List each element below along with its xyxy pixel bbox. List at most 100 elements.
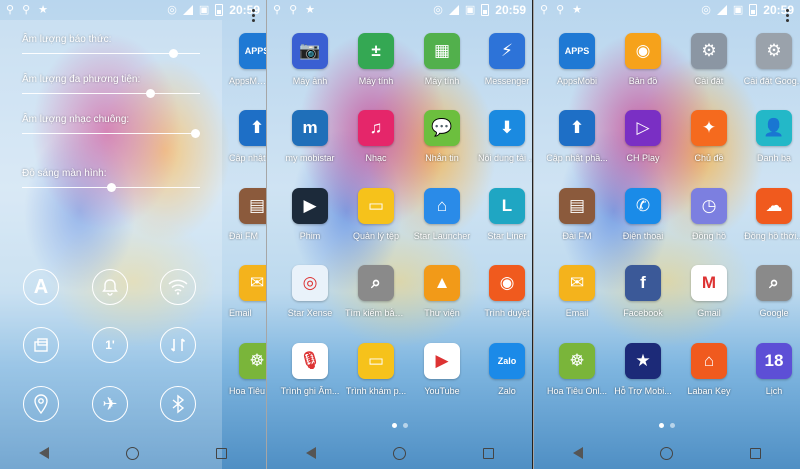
slider-thumb[interactable] (190, 129, 200, 138)
app-may-tinh[interactable]: ▦ Máy tính (411, 33, 473, 103)
app-ban-do[interactable]: ◉ Bản đồ (612, 33, 674, 103)
back-button[interactable] (38, 447, 49, 459)
app-noi-dung-tai[interactable]: ⬇ Nội dung tải ... (476, 110, 532, 180)
brightness-slider[interactable]: Độ sáng màn hình: (22, 168, 200, 192)
app-appsmobi[interactable]: APPS AppsMobi (546, 33, 608, 103)
home-button[interactable] (659, 446, 673, 460)
app-label: Điện thoại (622, 231, 664, 241)
page-dot[interactable] (391, 423, 397, 428)
screen-rotation-toggle[interactable] (23, 327, 59, 363)
usb-icon: ⚲ (540, 3, 549, 16)
signal-icon (182, 5, 193, 15)
app-nhac[interactable]: ♫ Nhạc (345, 110, 407, 180)
app-danh-ba[interactable]: 👤 Danh bạ (743, 110, 800, 180)
app-my-mobistar[interactable]: m my mobistar (279, 110, 341, 180)
app-label: Máy tính (358, 76, 394, 86)
app-trinh-duyet[interactable]: ◉ Trình duyệt (476, 265, 532, 335)
page-dot[interactable] (659, 423, 664, 428)
app-email[interactable]: ✉ Email (221, 265, 266, 335)
app-dong-ho-thoi[interactable]: ☁ Đồng hồ thời... (743, 188, 800, 258)
may-tinh-icon: ± (358, 33, 394, 69)
app-cai-dat-goog[interactable]: ⚙ Cài đặt Goog... (743, 33, 800, 103)
app-zalo[interactable]: Zalo Zalo (476, 343, 532, 413)
app-ho-tro-mobi[interactable]: ★ Hỗ Trợ Mobi... (612, 343, 674, 413)
slider-track[interactable] (22, 133, 200, 134)
app-google[interactable]: ⌕ Google (743, 265, 800, 335)
app-messenger[interactable]: ⚡ Messenger (476, 33, 532, 103)
app-label: Thư viện (424, 308, 460, 318)
laban-key-icon: ⌂ (691, 343, 727, 379)
home-button[interactable] (125, 446, 139, 460)
wifi-icon (168, 279, 188, 295)
app-may-tinh[interactable]: ± Máy tính (345, 33, 407, 103)
app-cai-dat[interactable]: ⚙ Cài đặt (678, 33, 740, 103)
bluetooth-icon (172, 394, 185, 414)
back-button[interactable] (572, 447, 583, 459)
app-trinh-kham-p[interactable]: ▭ Trình khám p... (345, 343, 407, 413)
app-hoa-tieu[interactable]: ☸ Hoa Tiêu (221, 343, 266, 413)
app-dai-fm[interactable]: ▤ Đài FM (221, 188, 266, 258)
app-dien-thoai[interactable]: ✆ Điện thoại (612, 188, 674, 258)
app-email[interactable]: ✉ Email (546, 265, 608, 335)
wifi-toggle[interactable] (160, 269, 196, 305)
app-dong-ho[interactable]: ◷ Đồng hồ (678, 188, 740, 258)
app-nhan-tin[interactable]: 💬 Nhắn tin (411, 110, 473, 180)
slider-thumb[interactable] (107, 183, 116, 192)
app-star-launcher[interactable]: ⌂ Star Launcher (411, 188, 473, 258)
app-youtube[interactable]: ▶ YouTube (411, 343, 473, 413)
more-options-button[interactable] (252, 9, 256, 24)
app-label: Danh bạ (756, 153, 792, 163)
slider-track[interactable] (22, 93, 200, 94)
app-dai-fm[interactable]: ▤ Đài FM (546, 188, 608, 258)
dong-ho-thoi-icon: ☁ (756, 188, 792, 224)
app-tim-kiem-bang[interactable]: ⌕ Tìm kiếm bằng... (345, 265, 407, 335)
app-gmail[interactable]: M Gmail (678, 265, 740, 335)
home-button[interactable] (392, 446, 406, 460)
thu-vien-icon: ▲ (424, 265, 460, 301)
app-phim[interactable]: ▶ Phim (279, 188, 341, 258)
ringtone-volume-slider[interactable]: Âm lượng nhạc chuông: (22, 114, 200, 138)
back-button[interactable] (305, 447, 316, 459)
app-cap-nhat-pha[interactable]: ⬆ Cập nhật phầ... (546, 110, 608, 180)
app-label: Cập nhật phầ... (546, 153, 608, 163)
trinh-duyet-icon: ◉ (489, 265, 525, 301)
app-star-liner[interactable]: L Star Liner (476, 188, 532, 258)
alarm-volume-slider[interactable]: Âm lượng báo thức: (22, 34, 200, 58)
dong-ho-icon: ◷ (691, 188, 727, 224)
auto-brightness-toggle[interactable]: A (23, 269, 59, 305)
app-appsmobi[interactable]: APPS AppsMobi (221, 33, 266, 103)
page-dot[interactable] (402, 423, 408, 428)
page-dot[interactable] (670, 423, 675, 428)
usb-icon: ⚲ (6, 3, 15, 16)
recent-apps-button[interactable] (482, 447, 494, 459)
app-may-anh[interactable]: 📷 Máy ảnh (279, 33, 341, 103)
app-label: Đồng hồ thời... (744, 231, 800, 241)
screen-timeout-toggle[interactable]: 1' (92, 327, 128, 363)
app-facebook[interactable]: f Facebook (612, 265, 674, 335)
app-laban-key[interactable]: ⌂ Laban Key (678, 343, 740, 413)
sound-mode-toggle[interactable] (92, 269, 128, 305)
app-chu-de[interactable]: ✦ Chủ đề (678, 110, 740, 180)
app-ch-play[interactable]: ▷ CH Play (612, 110, 674, 180)
app-trinh-ghi-am[interactable]: 🎙 Trình ghi Âm... (279, 343, 341, 413)
recent-apps-button[interactable] (750, 447, 762, 459)
trinh-ghi-am-icon: 🎙 (292, 343, 328, 379)
more-options-button[interactable] (786, 9, 790, 24)
app-lich[interactable]: 18 Lịch (743, 343, 800, 413)
airplane-mode-toggle[interactable]: ✈ (92, 386, 128, 422)
hotspot-icon: ◎ (167, 3, 177, 16)
app-thu-vien[interactable]: ▲ Thư viện (411, 265, 473, 335)
app-label: Quản lý tệp (352, 231, 400, 241)
bell-icon (102, 279, 118, 296)
recent-apps-button[interactable] (216, 447, 228, 459)
sync-toggle[interactable] (160, 327, 196, 363)
app-hoa-tieu-onl[interactable]: ☸ Hoa Tiêu Onl... (546, 343, 608, 413)
app-star-xense[interactable]: ◎ Star Xense (279, 265, 341, 335)
bluetooth-toggle[interactable] (160, 386, 196, 422)
app-label: AppsMobi (229, 76, 266, 86)
app-label: Nhắn tin (425, 153, 459, 163)
app-quan-ly-tep[interactable]: ▭ Quản lý tệp (345, 188, 407, 258)
app-cap-nhat[interactable]: ⬆ Cập nhật (221, 110, 266, 180)
media-volume-slider[interactable]: Âm lượng đa phương tiện: (22, 74, 200, 98)
location-toggle[interactable] (23, 386, 59, 422)
